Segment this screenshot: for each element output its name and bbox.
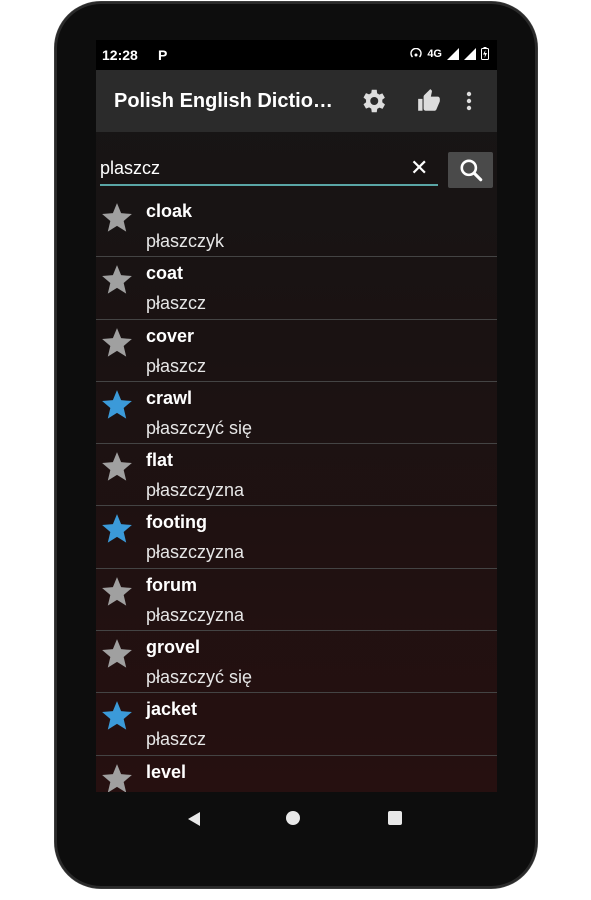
star-icon[interactable] [100,201,134,235]
star-icon[interactable] [100,450,134,484]
search-input[interactable] [100,152,438,186]
status-bar: 12:28 P 4G [96,40,497,70]
signal-icon-2 [464,47,476,60]
entry-word: cover [146,325,195,346]
entry-translation: płaszcz [146,355,207,376]
entry-word: crawl [146,387,193,408]
star-icon[interactable] [100,326,134,360]
list-item[interactable]: cover płaszcz [96,320,497,382]
entry-translation: płaszczyk [146,231,225,251]
entry-translation: płaszczyzna [146,604,245,625]
clear-search-icon[interactable]: ✕ [410,157,428,179]
results-list: cloak płaszczyk coat płaszcz cover płaszcz cra… [96,195,497,792]
star-icon[interactable] [100,512,134,546]
list-item[interactable]: footing płaszczyzna [96,506,497,569]
search-button[interactable] [448,152,493,188]
app-toolbar: Polish English Dictio… [96,70,497,132]
parking-notification-icon: P [158,47,168,63]
status-icons: 4G [410,47,489,60]
entry-translation: płaszczyć się [146,417,253,438]
network-type: 4G [427,47,442,60]
star-icon[interactable] [100,388,134,422]
overflow-menu-icon[interactable] [464,90,474,112]
entry-word: flat [146,450,173,471]
star-icon[interactable] [100,699,134,733]
entry-word: coat [146,263,184,284]
navigation-bar [96,795,497,843]
list-item[interactable]: levelpłaszczyzna [96,756,497,792]
entry-word: footing [146,512,207,533]
entry-translation: płaszczyć się [146,667,253,688]
star-icon[interactable] [100,762,134,792]
entry-word: cloak [146,201,193,221]
gear-icon[interactable] [358,86,388,116]
entry-translation: płaszczyzna [146,480,245,501]
status-time: 12:28 [102,47,138,63]
list-item[interactable]: coat płaszcz [96,257,497,320]
entry-word: forum [146,574,197,595]
star-icon[interactable] [100,575,134,609]
back-icon[interactable] [186,811,202,827]
entry-word: grovel [146,637,201,658]
entry-translation: płaszcz [146,293,207,314]
entry-word: jacket [146,699,198,720]
star-icon[interactable] [100,263,134,297]
thumbs-up-icon[interactable] [416,88,442,114]
list-item[interactable]: forum płaszczyzna [96,569,497,632]
entry-translation: płaszczyzna [146,542,245,563]
list-item[interactable]: flat płaszczyzna [96,444,497,507]
home-icon[interactable] [286,811,300,825]
list-item[interactable]: cloak płaszczyk [96,195,497,258]
recents-icon[interactable] [388,811,402,825]
hotspot-icon [410,47,422,57]
entry-word: level [146,761,187,782]
battery-icon [481,47,489,60]
app-screen: 12:28 P 4G Polish English Dictio… ✕ [96,40,497,792]
app-title: Polish English Dictio… [114,90,333,112]
list-item[interactable]: jacket płaszcz [96,693,497,756]
entry-translation: płaszcz [146,729,207,750]
list-item[interactable]: crawl płaszczyć się [96,382,497,445]
search-icon [459,159,482,182]
search-row: ✕ [96,148,497,190]
list-item[interactable]: grovel płaszczyć się [96,631,497,694]
signal-icon [447,47,459,60]
star-icon[interactable] [100,637,134,671]
